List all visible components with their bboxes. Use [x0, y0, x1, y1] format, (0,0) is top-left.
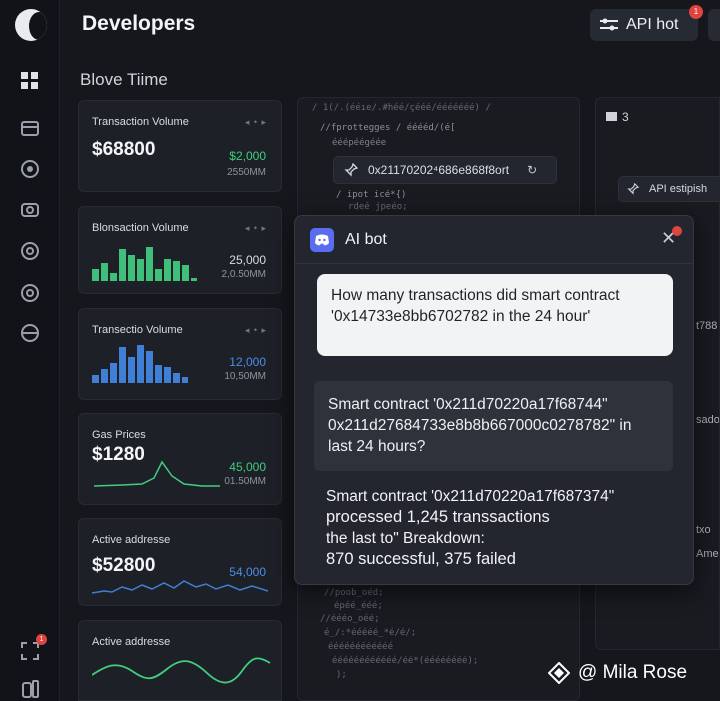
at-icon[interactable]: [19, 282, 41, 304]
peek-text: txo: [696, 524, 711, 536]
right-panel-count: 3: [622, 110, 629, 124]
discord-icon: [310, 228, 334, 252]
card-title: Transectio Volume: [92, 324, 183, 336]
api-estipish-field[interactable]: API estipish: [618, 176, 719, 202]
card-title: Transaction Volume: [92, 116, 189, 128]
pin-icon: [344, 163, 358, 177]
code-line: //poob_oéd;: [324, 588, 384, 598]
card-stat-primary: 25,000: [229, 253, 266, 267]
pin-icon: [627, 183, 639, 195]
metric-card-gas-prices[interactable]: Gas Prices $1280 45,000 01.50MM: [78, 413, 282, 505]
watermark-text: @ Mila Rose: [578, 662, 688, 683]
peek-text: sadol: [696, 414, 720, 426]
notification-dot: [672, 226, 683, 236]
api-button-badge: 1: [689, 5, 703, 19]
section-title: Blove Tiime: [80, 70, 168, 89]
code-line: //éééo_oéé;: [320, 614, 380, 624]
grid-icon[interactable]: [19, 70, 41, 92]
refresh-icon[interactable]: ↻: [527, 163, 537, 177]
more-icon[interactable]: ◂ • ▸: [245, 117, 267, 128]
bot-message-line: the last to" Breakdown:: [326, 530, 485, 547]
page-title: Developers: [82, 12, 196, 35]
line-sparkline: [92, 657, 271, 684]
code-line: rdeé jpeéo;: [348, 202, 408, 212]
sidebar: 1: [0, 0, 60, 701]
card-stat-primary: 45,000: [229, 460, 266, 474]
line-sparkline: [93, 460, 220, 487]
code-line: ééépéégéée: [332, 138, 387, 148]
ai-bot-chat: AI bot ✕ How many transactions did smart…: [294, 215, 694, 585]
contract-address-field[interactable]: 0x21170202⁴686e868f8ort ↻: [333, 156, 557, 184]
more-icon[interactable]: ◂ • ▸: [245, 325, 267, 336]
watermark: @ Mila Rose: [548, 662, 687, 684]
contract-address-text: 0x21170202⁴686e868f8ort: [368, 163, 510, 177]
code-line: / ipot icé*{): [336, 190, 407, 200]
code-line: é_/:*ééééé_*é/é/;: [324, 628, 417, 638]
metric-card-transectio-volume[interactable]: Transectio Volume ◂ • ▸ 12,000 10,50MM: [78, 308, 282, 400]
metric-card-active-addresse[interactable]: Active addresse $52800 54,000: [78, 518, 282, 606]
card-title: Active addresse: [92, 534, 171, 546]
user-message: How many transactions did smart contract…: [317, 274, 673, 356]
diamond-logo-icon: [548, 662, 570, 684]
peek-text: Ame: [696, 548, 719, 560]
api-button[interactable]: API hot 1: [590, 5, 703, 41]
bot-message: Smart contract '0x211d70220a17f68744" 0x…: [314, 381, 673, 471]
bot-message-line: Smart contract '0x211d70220a17f687374": [326, 488, 615, 505]
right-panel-header: 3: [606, 110, 629, 124]
card-title: Active addresse: [92, 636, 171, 648]
metric-card-active-addresse-2[interactable]: Active addresse: [78, 620, 282, 701]
code-line: épéé_ééé;: [334, 601, 383, 611]
card-stat-secondary: 10,50MM: [224, 371, 266, 382]
bot-message-line: 870 successful, 375 failed: [326, 550, 516, 568]
header-extra-button[interactable]: [708, 9, 720, 41]
card-stat-primary: 12,000: [229, 355, 266, 369]
bot-message: Smart contract '0x211d70220a17f687374" p…: [326, 486, 676, 570]
chat-header: AI bot ✕: [295, 216, 693, 264]
code-line: éééééééééééé/éé*(éééééééé);: [332, 656, 479, 666]
at-icon[interactable]: [19, 240, 41, 262]
globe-icon[interactable]: [19, 322, 41, 344]
notification-badge: 1: [36, 634, 47, 645]
code-line: / 1(/.(ééıe/.#héé/çééé/ééééééé) /: [312, 103, 491, 113]
logo-icon[interactable]: [15, 9, 47, 41]
sliders-icon: [600, 18, 618, 31]
code-line: //fprottegges / ééééd/(é[: [320, 123, 456, 133]
camera-icon[interactable]: [19, 198, 41, 220]
api-button-label: API hot: [626, 16, 679, 33]
bar-sparkline: [92, 247, 197, 281]
card-stat-primary: $2,000: [229, 149, 266, 163]
peek-text: t788: [696, 320, 718, 332]
scan-icon[interactable]: 1: [19, 634, 47, 662]
card-stat-secondary: 01.50MM: [224, 476, 266, 487]
card-stat-secondary: 2550MM: [227, 167, 266, 178]
card-title: Blonsaction Volume: [92, 222, 189, 234]
card-stat-secondary: 2,0.50MM: [221, 269, 266, 280]
code-line: éééééééééééé: [328, 642, 394, 652]
bot-message-line: processed 1,245 transsactions: [326, 508, 550, 526]
api-estipish-text: API estipish: [649, 183, 708, 195]
card-value: $52800: [92, 555, 156, 576]
code-line: );: [336, 670, 347, 680]
device-icon[interactable]: [19, 678, 41, 700]
image-icon: [606, 112, 617, 121]
calendar-icon[interactable]: [19, 117, 41, 139]
card-stat-primary: 54,000: [229, 565, 266, 579]
metric-card-blonsaction-volume[interactable]: Blonsaction Volume ◂ • ▸ 25,000 2,0.50MM: [78, 206, 282, 294]
card-title: Gas Prices: [92, 429, 146, 441]
more-icon[interactable]: ◂ • ▸: [245, 223, 267, 234]
close-icon[interactable]: ✕: [661, 226, 683, 249]
chat-title: AI bot: [345, 231, 387, 248]
metric-card-transaction-volume[interactable]: Transaction Volume ◂ • ▸ $68800 $2,000 2…: [78, 100, 282, 192]
bar-sparkline: [92, 345, 188, 383]
card-value: $68800: [92, 139, 156, 160]
eye-icon[interactable]: [19, 158, 41, 180]
